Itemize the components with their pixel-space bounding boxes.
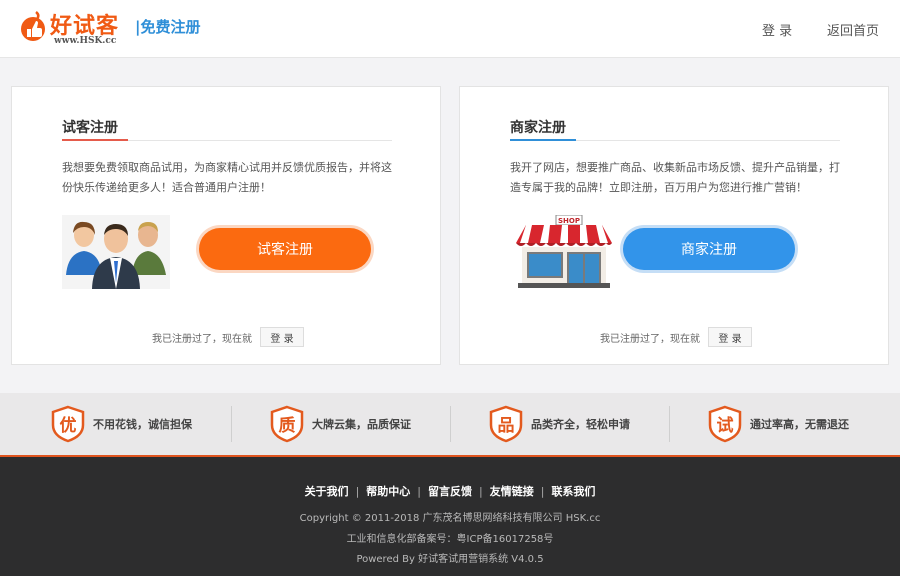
merchant-register-button[interactable]: 商家注册 [623,228,795,270]
feature-item: 质 大牌云集，品质保证 [270,405,411,443]
feature-text: 通过率高，无需退还 [750,418,849,431]
shield-badge-icon: 品 [489,405,523,443]
back-home-link[interactable]: 返回首页 [827,20,879,39]
merchant-card-description: 我开了网店，想要推广商品、收集新品市场反馈、提升产品销量，打造专属于我的品牌！立… [510,161,840,194]
footer-links: 关于我们 | 帮助中心 | 留言反馈 | 友情链接 | 联系我们 [304,485,596,498]
footer-link-about[interactable]: 关于我们 [305,485,349,498]
feature-item: 品 品类齐全，轻松申请 [489,405,630,443]
shield-badge-icon: 质 [270,405,304,443]
feature-item: 优 不用花钱，诚信担保 [51,405,192,443]
page-title: |免费注册 [135,18,201,36]
footer-link-help[interactable]: 帮助中心 [366,485,410,498]
merchant-register-card: 商家注册 我开了网店，想要推广商品、收集新品市场反馈、提升产品销量，打造专属于我… [459,86,889,365]
footer-link-contact[interactable]: 联系我们 [551,485,595,498]
icp-text: 工业和信息化部备案号：粤ICP备16017258号 [346,534,554,545]
logo[interactable]: 好试客 www.HSK.cc [18,8,128,48]
users-group-icon [62,215,170,289]
tester-login-button[interactable]: 登 录 [260,327,304,347]
feature-divider [669,406,670,442]
tester-card-description: 我想要免费领取商品试用，为商家精心试用并反馈优质报告，并将这份快乐传递给更多人！… [62,161,392,194]
feature-divider [450,406,451,442]
feature-text: 品类齐全，轻松申请 [531,418,630,431]
merchant-login-row: 我已注册过了，现在就 登 录 [600,327,752,347]
tester-card-divider [62,139,392,141]
merchant-card-divider [510,139,840,141]
shop-sign-text: SHOP [558,217,580,225]
footer-link-feedback[interactable]: 留言反馈 [428,485,472,498]
feature-item: 试 通过率高，无需退还 [708,405,849,443]
feature-divider [231,406,232,442]
header-login-link[interactable]: 登 录 [762,20,792,39]
tester-card-title: 试客注册 [62,120,118,136]
tester-register-button[interactable]: 试客注册 [199,228,371,270]
header: 好试客 www.HSK.cc |免费注册 登 录 返回首页 [0,0,900,58]
tester-login-row: 我已注册过了，现在就 登 录 [152,327,304,347]
copyright-text: Copyright © 2011-2018 广东茂名博思网络科技有限公司 HSK… [299,513,601,524]
merchant-card-title: 商家注册 [510,120,566,136]
tester-register-card: 试客注册 我想要免费领取商品试用，为商家精心试用并反馈优质报告，并将这份快乐传递… [11,86,441,365]
footer: 关于我们 | 帮助中心 | 留言反馈 | 友情链接 | 联系我们 Copyright © 201… [0,455,900,576]
shield-badge-icon: 试 [708,405,742,443]
features-strip: 优 不用花钱，诚信担保 质 大牌云集，品质保证 品 品类齐全，轻松申请 试 通过… [0,393,900,455]
feature-text: 不用花钱，诚信担保 [93,418,192,431]
shop-storefront-icon: SHOP [516,215,612,288]
shield-badge-icon: 优 [51,405,85,443]
merchant-login-button[interactable]: 登 录 [708,327,752,347]
thumbs-up-logo-icon [21,11,45,41]
already-registered-text: 我已注册过了，现在就 [152,333,252,345]
already-registered-text: 我已注册过了，现在就 [600,333,700,345]
powered-by-text: Powered By 好试客试用营销系统 V4.0.5 [356,554,544,565]
feature-text: 大牌云集，品质保证 [312,418,411,431]
logo-url: www.HSK.cc [54,36,117,46]
footer-link-friends[interactable]: 友情链接 [490,485,534,498]
